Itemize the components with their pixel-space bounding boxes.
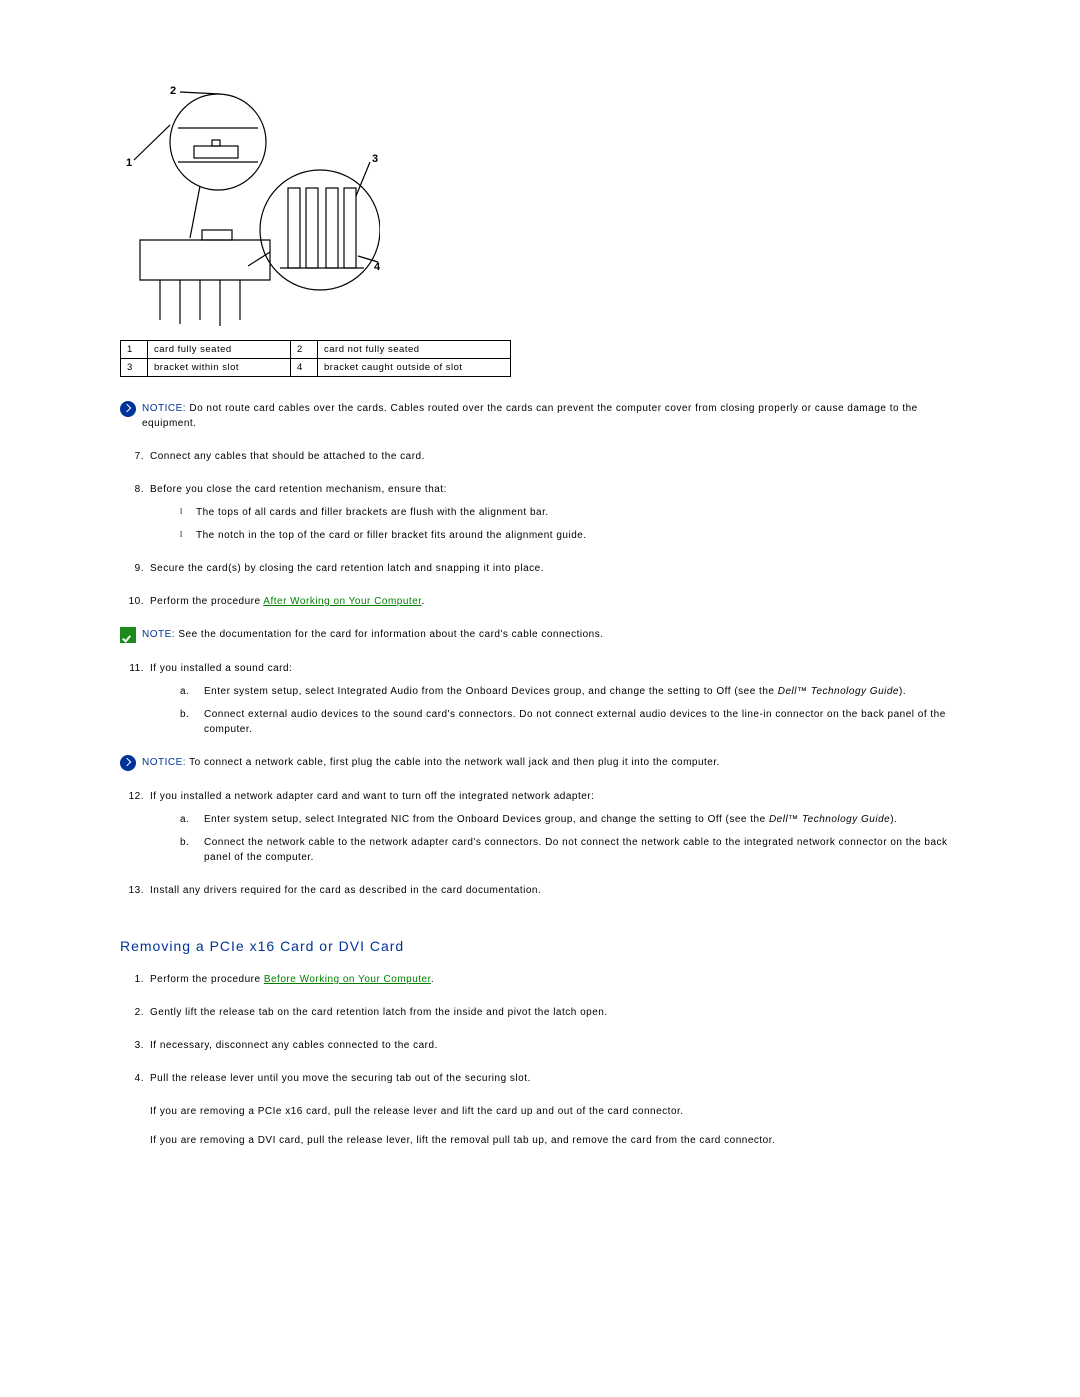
step-item: 10.Perform the procedure After Working o… [120,594,960,609]
note-text: See the documentation for the card for i… [178,629,603,640]
legend-table: 1 card fully seated 2 card not fully sea… [120,340,511,377]
steps-list: 12.If you installed a network adapter ca… [120,789,960,898]
step-item: 4.Pull the release lever until you move … [120,1071,960,1086]
alpha-item: a.Enter system setup, select Integrated … [180,812,960,827]
paragraph: If you are removing a PCIe x16 card, pul… [150,1104,960,1119]
step-item: 8.Before you close the card retention me… [120,482,960,543]
note-check-icon [120,627,136,643]
legend-num: 4 [291,359,318,377]
notice-block: NOTICE: Do not route card cables over th… [120,401,960,431]
step-item: 9.Secure the card(s) by closing the card… [120,561,960,576]
sub-list: The tops of all cards and filler bracket… [180,505,960,543]
sub-item: The notch in the top of the card or fill… [180,528,960,543]
callout-3: 3 [372,153,379,165]
steps-list: 7.Connect any cables that should be atta… [120,449,960,609]
notice-text: To connect a network cable, first plug t… [189,757,720,768]
steps-list: 11.If you installed a sound card: a.Ente… [120,661,960,737]
card-seating-diagram: 1 2 3 4 [120,80,380,330]
step-item: 3.If necessary, disconnect any cables co… [120,1038,960,1053]
table-row: 3 bracket within slot 4 bracket caught o… [121,359,511,377]
legend-num: 1 [121,341,148,359]
table-row: 1 card fully seated 2 card not fully sea… [121,341,511,359]
note-block: NOTE: See the documentation for the card… [120,627,960,643]
steps-list-2: 1.Perform the procedure Before Working o… [120,972,960,1086]
step-item: 2.Gently lift the release tab on the car… [120,1005,960,1020]
legend-desc: bracket within slot [148,359,291,377]
notice-label: NOTICE: [142,757,189,768]
notice-label: NOTICE: [142,403,189,414]
legend-desc: card not fully seated [318,341,511,359]
notice-icon [120,755,136,771]
step-item: 11.If you installed a sound card: a.Ente… [120,661,960,737]
alpha-item: b.Connect external audio devices to the … [180,707,960,737]
document-page: 1 2 3 4 1 card fully seated 2 card not f… [0,0,1080,1222]
alpha-list: a.Enter system setup, select Integrated … [180,684,960,737]
legend-desc: bracket caught outside of slot [318,359,511,377]
before-working-link[interactable]: Before Working on Your Computer [264,974,431,985]
step-item: 12.If you installed a network adapter ca… [120,789,960,865]
callout-2: 2 [170,85,177,97]
step-item: 7.Connect any cables that should be atta… [120,449,960,464]
notice-text: Do not route card cables over the cards.… [142,403,918,429]
notice-icon [120,401,136,417]
callout-4: 4 [374,261,380,273]
callout-1: 1 [126,157,133,169]
paragraph: If you are removing a DVI card, pull the… [150,1133,960,1148]
legend-num: 2 [291,341,318,359]
section-heading: Removing a PCIe x16 Card or DVI Card [120,938,960,954]
alpha-item: b.Connect the network cable to the netwo… [180,835,960,865]
alpha-list: a.Enter system setup, select Integrated … [180,812,960,865]
sub-item: The tops of all cards and filler bracket… [180,505,960,520]
notice-block: NOTICE: To connect a network cable, firs… [120,755,960,771]
legend-desc: card fully seated [148,341,291,359]
step-item: 13.Install any drivers required for the … [120,883,960,898]
after-working-link[interactable]: After Working on Your Computer [263,596,421,607]
legend-num: 3 [121,359,148,377]
alpha-item: a.Enter system setup, select Integrated … [180,684,960,699]
step-item: 1.Perform the procedure Before Working o… [120,972,960,987]
note-label: NOTE: [142,629,178,640]
